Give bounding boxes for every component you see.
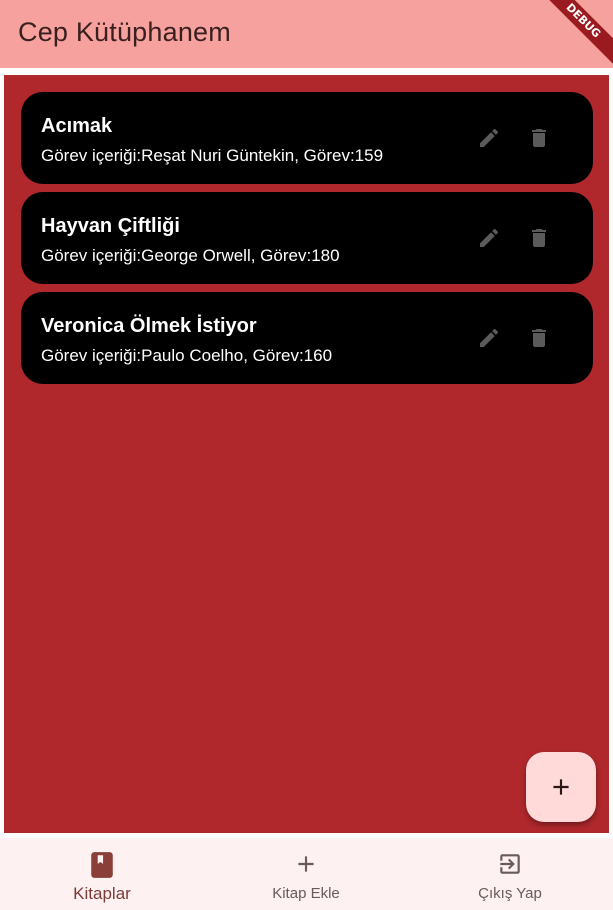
- book-card[interactable]: Hayvan Çiftliği Görev içeriği:George Orw…: [21, 192, 593, 284]
- book-description: Görev içeriği:Reşat Nuri Güntekin, Görev…: [41, 146, 384, 165]
- bottom-navigation: Kitaplar Kitap Ekle Çıkış Yap: [0, 838, 613, 910]
- nav-label: Çıkış Yap: [478, 885, 542, 902]
- book-name: Hayvan Çiftliği: [41, 215, 180, 237]
- app-title: Cep Kütüphanem: [18, 17, 231, 47]
- plus-icon: [298, 856, 314, 872]
- book-list: Acımak Görev içeriği:Reşat Nuri Güntekin…: [4, 75, 609, 833]
- trash-icon[interactable]: [525, 224, 553, 252]
- add-book-fab[interactable]: [526, 752, 596, 822]
- pencil-icon[interactable]: [475, 124, 503, 152]
- pencil-icon[interactable]: [475, 324, 503, 352]
- plus-icon: [553, 779, 569, 795]
- nav-item-cikis-yap[interactable]: Çıkış Yap: [408, 838, 612, 910]
- trash-icon[interactable]: [525, 324, 553, 352]
- book-description: Görev içeriği:Paulo Coelho, Görev:160: [41, 346, 333, 365]
- nav-label: Kitap Ekle: [272, 885, 340, 902]
- nav-label: Kitaplar: [73, 884, 131, 903]
- exit-icon: [500, 854, 520, 874]
- app-bar-divider: [0, 68, 613, 75]
- book-card[interactable]: Acımak Görev içeriği:Reşat Nuri Güntekin…: [21, 92, 593, 184]
- nav-item-kitaplar[interactable]: Kitaplar: [0, 838, 204, 910]
- pencil-icon[interactable]: [475, 224, 503, 252]
- book-description: Görev içeriği:George Orwell, Görev:180: [41, 246, 340, 265]
- trash-icon[interactable]: [525, 124, 553, 152]
- book-card[interactable]: Veronica Ölmek İstiyor Görev içeriği:Pau…: [21, 292, 593, 384]
- book-name: Acımak: [41, 115, 113, 137]
- app-bar: Cep Kütüphanem DEBUG: [0, 0, 613, 70]
- debug-banner-label: DEBUG: [534, 0, 613, 70]
- book-icon: [91, 852, 113, 878]
- nav-item-kitap-ekle[interactable]: Kitap Ekle: [204, 838, 408, 910]
- book-name: Veronica Ölmek İstiyor: [41, 315, 257, 337]
